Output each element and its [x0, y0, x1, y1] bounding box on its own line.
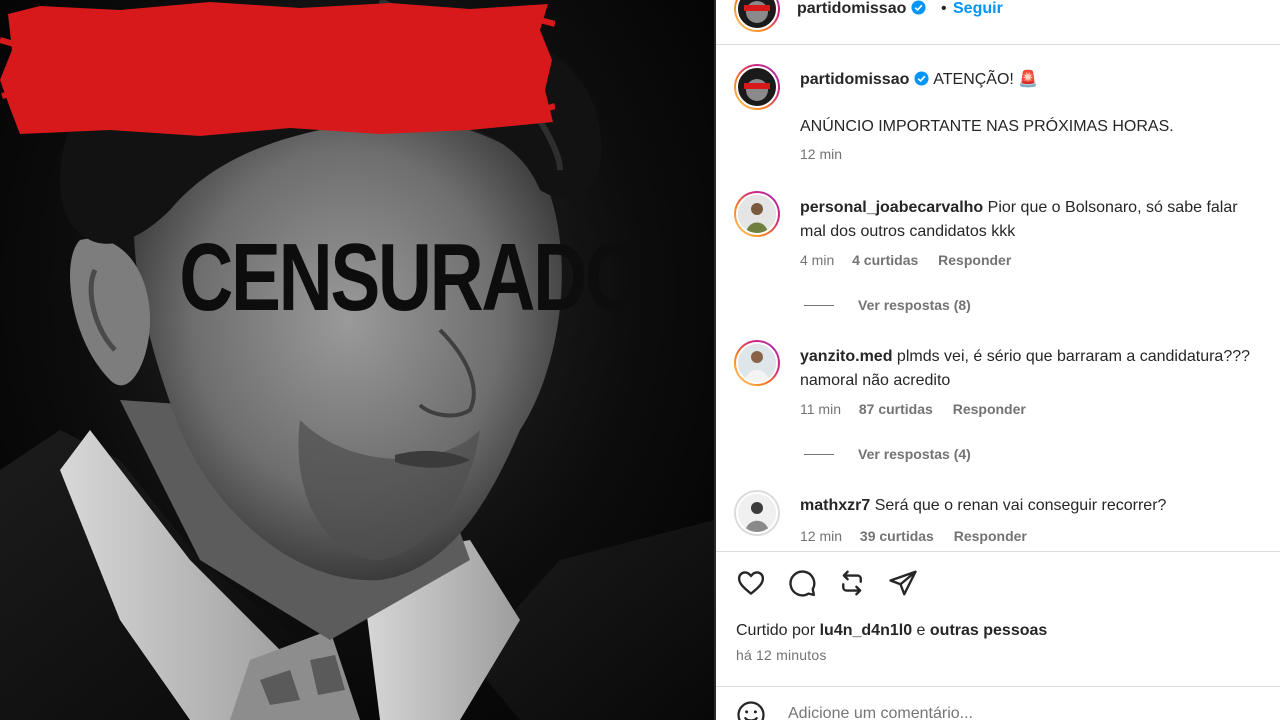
header-avatar[interactable]: [734, 0, 780, 32]
comment-time: 4 min: [800, 252, 835, 268]
comment-username[interactable]: mathxzr7: [800, 497, 870, 514]
replies-dash: [804, 305, 834, 306]
caption-text: ATENÇÃO! 🚨: [933, 71, 1039, 88]
liked-user-link[interactable]: lu4n_d4n1l0: [820, 622, 912, 639]
caption: partidomissao ATENÇÃO! 🚨: [800, 68, 1280, 92]
actions-divider: [716, 551, 1280, 552]
comment-avatar[interactable]: [734, 490, 780, 536]
comment-meta: 11 min 87 curtidas Responder: [800, 401, 1026, 417]
post-time: há 12 minutos: [736, 647, 827, 663]
header-divider: [716, 44, 1280, 45]
comment-likes[interactable]: 4 curtidas: [852, 252, 918, 268]
verified-badge-icon: [911, 0, 926, 15]
caption-username[interactable]: partidomissao: [800, 71, 909, 88]
add-comment-input[interactable]: [788, 705, 1208, 720]
comment-time: 11 min: [800, 401, 841, 417]
post-sidebar: partidomissao • Seguir partidomissao ATE…: [716, 0, 1280, 720]
replies-dash: [804, 454, 834, 455]
reply-button[interactable]: Responder: [953, 401, 1026, 417]
comment-username[interactable]: yanzito.med: [800, 348, 892, 365]
comment: personal_joabecarvalho Pior que o Bolson…: [800, 196, 1280, 244]
liked-others-link[interactable]: outras pessoas: [930, 622, 1047, 639]
comment-likes[interactable]: 87 curtidas: [859, 401, 933, 417]
reply-button[interactable]: Responder: [938, 252, 1011, 268]
emoji-icon[interactable]: [736, 700, 766, 720]
liked-by: Curtido por lu4n_d4n1l0 e outras pessoas: [736, 622, 1048, 639]
heart-icon[interactable]: [736, 568, 766, 598]
comment-time: 12 min: [800, 528, 843, 544]
caption-body: ANÚNCIO IMPORTANTE NAS PRÓXIMAS HORAS.: [800, 118, 1174, 135]
header-username[interactable]: partidomissao: [797, 0, 926, 18]
comment-meta: 4 min 4 curtidas Responder: [800, 252, 1011, 268]
verified-badge-icon: [914, 71, 929, 86]
reply-button[interactable]: Responder: [954, 528, 1027, 544]
follow-button[interactable]: Seguir: [953, 0, 1003, 18]
comment-likes[interactable]: 39 curtidas: [860, 528, 934, 544]
comment: yanzito.med plmds vei, é sério que barra…: [800, 345, 1280, 393]
censor-bar: [0, 2, 555, 136]
comment-text: plmds vei, é sério que barraram a candid…: [896, 348, 1251, 365]
comment-icon[interactable]: [787, 568, 817, 598]
comment-avatar[interactable]: [734, 340, 780, 386]
view-replies-button[interactable]: Ver respostas (8): [804, 297, 971, 313]
comment-box-divider: [716, 686, 1280, 687]
comment-meta: 12 min 39 curtidas Responder: [800, 528, 1027, 544]
comment-text: mal dos outros candidatos kkk: [800, 223, 1016, 240]
caption-avatar[interactable]: [734, 64, 780, 110]
comment-text: Pior que o Bolsonaro, só sabe falar: [987, 199, 1238, 216]
comment-text: namoral não acredito: [800, 372, 951, 389]
post-image: CENSURADO: [0, 0, 714, 720]
header-separator: •: [941, 0, 947, 17]
comment-text: Será que o renan vai conseguir recorrer?: [874, 497, 1167, 514]
comment: mathxzr7 Será que o renan vai conseguir …: [800, 494, 1280, 518]
comment-avatar[interactable]: [734, 191, 780, 237]
caption-time: 12 min: [800, 146, 843, 162]
repost-icon[interactable]: [837, 568, 867, 598]
censored-label: CENSURADO: [179, 224, 643, 331]
view-replies-button[interactable]: Ver respostas (4): [804, 446, 971, 462]
comment-username[interactable]: personal_joabecarvalho: [800, 199, 983, 216]
share-icon[interactable]: [888, 568, 918, 598]
